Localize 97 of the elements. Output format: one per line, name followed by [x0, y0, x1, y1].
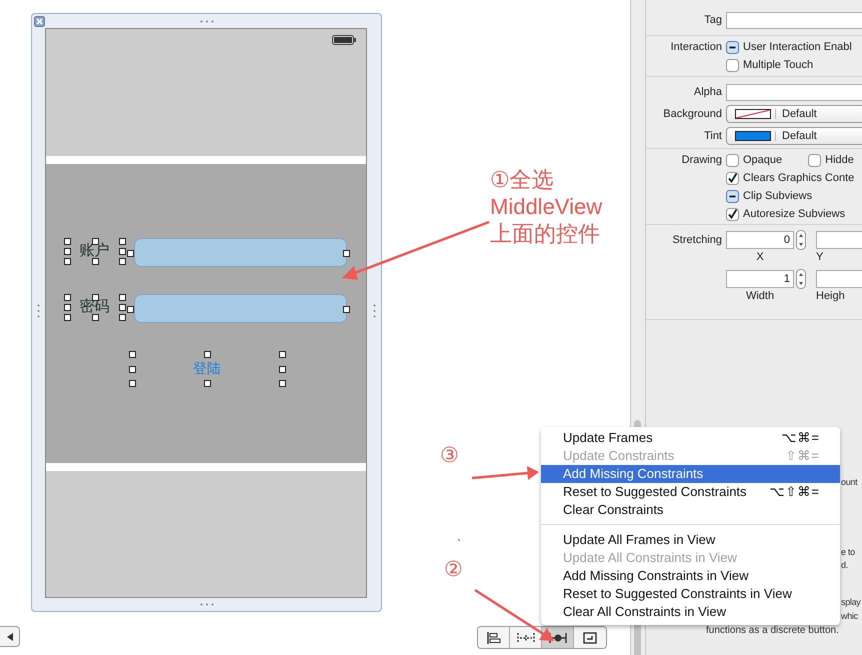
number-field[interactable] — [816, 231, 862, 249]
checkbox-label[interactable]: Clip Subviews — [743, 190, 812, 202]
field-label: Tag — [703, 14, 723, 26]
resize-handle[interactable] — [343, 306, 350, 312]
field-caption: Width — [744, 290, 776, 302]
checkbox[interactable] — [726, 190, 739, 202]
field-caption: Heigh — [816, 290, 845, 302]
resize-handle[interactable] — [129, 380, 136, 387]
resize-handle[interactable] — [119, 314, 126, 321]
resize-handle[interactable] — [279, 351, 286, 358]
resize-handle[interactable] — [119, 294, 126, 301]
checkbox-label[interactable]: Autoresize Subviews — [743, 208, 846, 220]
menu-item[interactable]: Reset to Suggested Constraints in View — [541, 585, 840, 603]
menu-item[interactable]: Add Missing Constraints in View — [541, 567, 840, 585]
description-text: splay — [841, 597, 861, 607]
description-text: ount — [841, 477, 858, 487]
number-field[interactable] — [816, 270, 862, 288]
battery-icon — [332, 35, 356, 45]
field-label: Drawing — [680, 154, 723, 166]
step-number: ② — [444, 557, 463, 583]
checkbox[interactable] — [726, 58, 739, 72]
resize-handle[interactable] — [279, 380, 286, 387]
checkbox[interactable] — [726, 172, 739, 184]
menu-item[interactable]: Clear Constraints — [541, 501, 840, 519]
resize-grip-icon[interactable] — [373, 304, 376, 318]
stray-mark: ` — [457, 537, 461, 551]
alpha-field[interactable] — [726, 84, 862, 100]
annotation-text: ①全选 MiddleView 上面的控件 — [490, 166, 602, 247]
empty-color-swatch-icon — [735, 109, 776, 119]
stepper-icon[interactable] — [796, 230, 806, 250]
checkbox-label[interactable]: Clears Graphics Conte — [743, 172, 854, 184]
checkbox-label[interactable]: Multiple Touch — [743, 59, 814, 71]
arrow — [472, 466, 539, 480]
resize-handle[interactable] — [64, 294, 71, 301]
checkbox[interactable] — [726, 40, 739, 54]
field-label: Interaction — [670, 41, 723, 53]
resize-handle[interactable] — [64, 248, 71, 255]
field-caption: X — [755, 250, 765, 262]
align-icon — [486, 632, 500, 644]
resize-handle[interactable] — [64, 238, 71, 245]
field-caption: Y — [816, 250, 824, 262]
menu-item[interactable]: Reset to Suggested Constraints ⌥⇧⌘= — [541, 483, 840, 501]
description-text: functions as a discrete button. — [706, 625, 839, 636]
color-popup[interactable]: Default — [726, 105, 862, 123]
resize-handle[interactable] — [119, 258, 126, 265]
checkbox[interactable] — [726, 208, 739, 220]
layout-button[interactable] — [478, 627, 510, 648]
resize-handle[interactable] — [127, 306, 134, 312]
resize-grip-icon[interactable] — [200, 20, 214, 23]
resize-handle[interactable] — [64, 258, 71, 265]
resize-handle[interactable] — [204, 351, 211, 358]
resize-handle[interactable] — [92, 314, 98, 321]
text-field[interactable] — [134, 294, 347, 323]
resize-handle[interactable] — [119, 238, 126, 245]
field-label[interactable]: 账户 — [72, 245, 117, 257]
checkbox-label[interactable]: User Interaction Enabl — [743, 41, 852, 53]
resize-handle[interactable] — [64, 314, 71, 321]
resize-handle[interactable] — [129, 366, 136, 372]
close-icon[interactable] — [34, 16, 45, 27]
description-text: d. — [841, 560, 848, 570]
menu-item[interactable]: Update All Frames in View — [541, 531, 840, 549]
number-field[interactable]: 1 — [726, 270, 794, 288]
resize-handle[interactable] — [343, 250, 350, 256]
pin-icon — [516, 632, 534, 644]
resize-handle[interactable] — [92, 258, 98, 265]
field-label: Stretching — [671, 234, 723, 246]
field-label: Alpha — [692, 86, 723, 98]
resize-handle[interactable] — [129, 351, 136, 358]
resize-icon — [583, 632, 597, 644]
checkbox-label[interactable]: Hidde — [825, 154, 854, 166]
resize-handle[interactable] — [64, 304, 71, 311]
checkbox-label[interactable]: Opaque — [743, 154, 782, 166]
description-text: whic — [841, 611, 858, 621]
menu-item[interactable]: Clear All Constraints in View — [541, 603, 840, 621]
stepper-icon[interactable] — [796, 269, 806, 289]
menu-item[interactable]: Add Missing Constraints — [541, 465, 840, 483]
resize-grip-icon[interactable] — [200, 603, 214, 606]
collapse-button[interactable] — [0, 626, 20, 647]
color-popup[interactable]: Default — [726, 127, 862, 145]
resize-handle[interactable] — [119, 304, 126, 311]
tag-field[interactable] — [726, 12, 862, 28]
field-label: Background — [662, 108, 723, 120]
number-field[interactable]: 0 — [726, 231, 794, 249]
step-number: ③ — [440, 443, 459, 469]
resize-handle[interactable] — [119, 248, 126, 255]
resize-grip-icon[interactable] — [37, 304, 40, 318]
checkbox[interactable] — [726, 154, 739, 166]
left-triangle-icon — [6, 632, 12, 640]
resize-handle[interactable] — [279, 366, 286, 372]
resolve-icon — [548, 632, 566, 644]
resize-handle[interactable] — [204, 380, 211, 387]
description-text: e to — [841, 547, 855, 557]
text-field[interactable] — [134, 238, 347, 267]
checkbox[interactable] — [808, 154, 822, 166]
field-label: Tint — [703, 130, 723, 142]
resize-handle[interactable] — [127, 250, 134, 256]
menu-item[interactable]: Update Frames ⌥⌘= — [541, 429, 840, 447]
